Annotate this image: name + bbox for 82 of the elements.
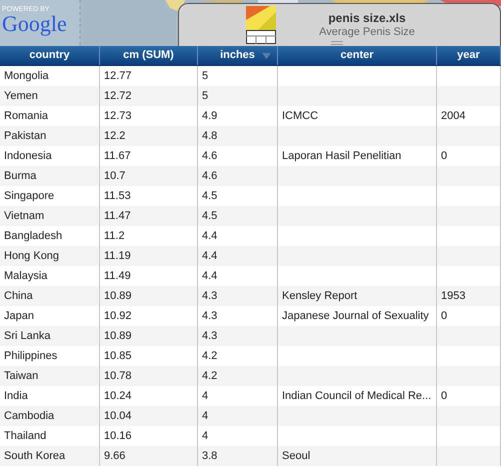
table-cell-text: 4.3 [202,328,218,344]
table-cell-text: 10.7 [104,168,126,184]
file-subtitle: Average Penis Size [319,26,415,40]
table-cell-text: 4.5 [202,208,218,224]
table-cell-text: South Korea [4,448,66,464]
table-cell-text: 12.77 [104,68,132,84]
table-cell-text: 10.24 [104,388,132,404]
table-cell-text: 10.92 [104,308,132,324]
table-cell-text: 11.49 [104,268,131,284]
file-title: penis size.xls [328,10,406,26]
table-cell-text: Cambodia [4,408,54,424]
spreadsheet-icon [246,6,276,44]
table-cell-text: China [4,288,33,304]
table-cell-text: 10.04 [104,408,132,424]
table-cell-text: Malaysia [4,268,48,284]
table-cell-text: 4.5 [202,188,218,204]
table-cell-text: 4.4 [202,228,218,244]
table-cell-text: Burma [4,168,36,184]
table-cell-text: Seoul [282,448,310,464]
table-cell-text: Pakistan [4,128,46,144]
table-cell-text: 4.4 [202,248,218,264]
table-cell-text: 11.2 [104,228,125,244]
column-header[interactable]: country [0,46,100,65]
table-cell-text: India [4,388,28,404]
table-cell-text: 4.2 [202,348,218,364]
table-cell-text: Sri Lanka [4,328,50,344]
table-cell-text: Indian Council of Medical Re... [282,388,432,404]
table-cell-text: 4.2 [202,368,218,384]
table-cell-text: 5 [202,68,208,84]
table-cell-text: 4 [202,408,208,424]
table-cell-text: 10.16 [104,428,132,444]
table-cell-text: Hong Kong [4,248,60,264]
table-cell-text: 4 [202,428,208,444]
column-header[interactable]: cm (SUM) [100,46,198,65]
table-cell-text: 10.78 [104,368,132,384]
table-cell-text: Japan [4,308,34,324]
table-cell-text: 1953 [441,288,466,304]
table-cell-text: Bangladesh [4,228,62,244]
table-cell-text: 12.73 [104,108,132,124]
google-logo: Google [2,13,67,35]
table-cell-text: 10.89 [104,328,132,344]
table-cell-text: 2004 [441,108,466,124]
table-cell-text: 12.72 [104,88,132,104]
table-cell-text: Vietnam [4,208,44,224]
table-cell-text: 11.47 [104,208,131,224]
table-cell-text: 11.67 [104,148,131,164]
table-cell-text: ICMCC [282,108,318,124]
table-cell-text: 5 [202,88,208,104]
sort-arrow-icon [262,53,271,59]
table-cell-text: 4.6 [202,168,218,184]
table-cell-text: 3.8 [202,448,218,464]
table-cell-text: Romania [4,108,48,124]
table-cell-text: 9.66 [104,448,126,464]
resize-grip-icon[interactable] [331,41,343,45]
table-cell-text: 4.6 [202,148,218,164]
column-header[interactable]: center [278,46,437,65]
column-header[interactable]: inches [198,46,278,65]
table-cell-text: Indonesia [4,148,52,164]
table-cell-text: 12.2 [104,128,126,144]
table-cell-text: 4.3 [202,308,218,324]
table-cell-text: Philippines [4,348,58,364]
table-cell-text: 4.3 [202,288,218,304]
table-cell-text: 11.53 [104,188,131,204]
table-cell-text: Laporan Hasil Penelitian [282,148,402,164]
table-cell-text: Kensley Report [282,288,358,304]
table-cell-text: 10.85 [104,348,132,364]
table-cell-text: 4.9 [202,108,218,124]
table-cell-text: Singapore [4,188,54,204]
table-cell-text: 11.19 [104,248,131,264]
table-cell-text: Taiwan [4,368,38,384]
column-header[interactable]: year [437,46,501,65]
table-cell-text: 4 [202,388,208,404]
table-cell-text: Yemen [4,88,38,104]
table-cell-text: 0 [441,148,448,164]
table-cell-text: 10.89 [104,288,132,304]
table-cell-text: Mongolia [4,68,49,84]
table-cell-text: Japanese Journal of Sexuality [282,308,429,324]
table-cell-text: Thailand [4,428,46,444]
table-cell-text: 0 [441,388,448,404]
table-cell-text: 4.4 [202,268,218,284]
table-cell-text: 0 [441,308,448,324]
table-cell-text: 4.8 [202,128,218,144]
